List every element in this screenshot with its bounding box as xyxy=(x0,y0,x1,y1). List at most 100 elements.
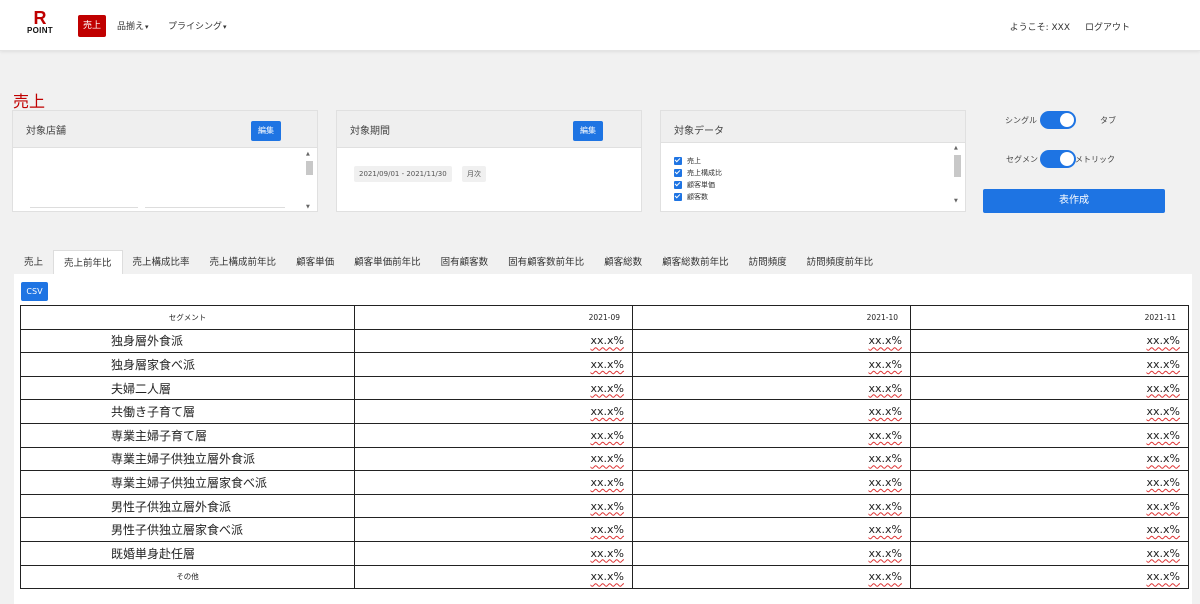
value-cell: xx.x% xyxy=(910,422,1189,448)
value-text: xx.x% xyxy=(590,334,624,348)
table-row: 専業主婦子供独立層家食べ派 xx.x% xx.x% xx.x% xyxy=(20,470,1189,495)
value-cell: xx.x% xyxy=(910,399,1189,424)
period-range-chip: 2021/09/01 - 2021/11/30 xyxy=(354,166,452,182)
checkbox-checked-icon[interactable] xyxy=(674,157,682,165)
toggle-knob xyxy=(1060,113,1074,127)
checkbox-checked-icon[interactable] xyxy=(674,193,682,201)
value-cell: xx.x% xyxy=(910,470,1189,495)
csv-export-button[interactable]: CSV xyxy=(21,282,48,301)
metric-label: メトリック xyxy=(1075,155,1115,164)
single-label: シングル xyxy=(1005,116,1037,125)
checkbox-checked-icon[interactable] xyxy=(674,181,682,189)
scroll-down-icon[interactable]: ▼ xyxy=(954,198,958,204)
segment-name-cell: 独身層家食べ派 xyxy=(20,352,355,377)
value-cell: xx.x% xyxy=(354,517,633,542)
tab-visit-frequency-yoy[interactable]: 訪問頻度前年比 xyxy=(797,250,884,275)
logo-point: POINT xyxy=(27,26,53,35)
tab-label: タブ xyxy=(1100,116,1116,125)
table-row: 独身層外食派 xx.x% xx.x% xx.x% xyxy=(20,328,1189,354)
store-scrollbar[interactable]: ▲ ▼ xyxy=(306,151,313,210)
value-cell: xx.x% xyxy=(632,493,911,519)
data-scrollbar[interactable]: ▲ ▼ xyxy=(954,145,961,204)
value-text: xx.x% xyxy=(590,523,624,537)
single-tab-toggle[interactable] xyxy=(1040,111,1076,129)
segment-label: セグメン xyxy=(1006,155,1038,164)
value-cell: xx.x% xyxy=(632,422,911,448)
segment-name-cell: 夫婦二人層 xyxy=(20,375,355,401)
value-cell: xx.x% xyxy=(632,446,911,472)
table-row: 既婚単身赴任層 xx.x% xx.x% xx.x% xyxy=(20,540,1189,566)
tab-unit-price[interactable]: 顧客単価 xyxy=(286,250,344,275)
value-cell: xx.x% xyxy=(910,540,1189,566)
scroll-up-icon[interactable]: ▲ xyxy=(306,151,310,157)
store-card: 対象店舗 編集 ▲ ▼ xyxy=(12,110,318,212)
tab-unique-customers[interactable]: 固有顧客数 xyxy=(431,250,499,275)
store-edit-button[interactable]: 編集 xyxy=(251,121,281,141)
segment-name-cell: 共働き子育て層 xyxy=(20,399,355,424)
nav-sales[interactable]: 売上 xyxy=(78,15,106,37)
segment-name-cell: 独身層外食派 xyxy=(20,328,355,354)
tab-sales[interactable]: 売上 xyxy=(14,250,53,275)
value-cell: xx.x% xyxy=(632,540,911,566)
header-segment: セグメント xyxy=(20,305,355,330)
table-row: 男性子供独立層外食派 xx.x% xx.x% xx.x% xyxy=(20,493,1189,519)
tab-total-customers-yoy[interactable]: 顧客総数前年比 xyxy=(652,250,739,275)
value-text: xx.x% xyxy=(868,381,902,395)
value-text: xx.x% xyxy=(590,475,624,489)
segment-name-cell: 男性子供独立層家食べ派 xyxy=(20,517,355,542)
value-cell: xx.x% xyxy=(910,375,1189,401)
value-text: xx.x% xyxy=(590,499,624,513)
segment-name-cell: 専業主婦子供独立層外食派 xyxy=(20,446,355,472)
value-cell: xx.x% xyxy=(910,446,1189,472)
segment-table: セグメント 2021-09 2021-10 2021-11 独身層外食派 xx.x… xyxy=(20,305,1189,590)
tab-visit-frequency[interactable]: 訪問頻度 xyxy=(739,250,797,275)
table-row: 男性子供独立層家食べ派 xx.x% xx.x% xx.x% xyxy=(20,517,1189,542)
segment-name-cell: その他 xyxy=(20,564,355,590)
scroll-thumb[interactable] xyxy=(954,155,961,177)
tab-total-customers[interactable]: 顧客総数 xyxy=(594,250,652,275)
check-sales[interactable]: 売上 xyxy=(674,155,722,167)
value-text: xx.x% xyxy=(868,546,902,560)
value-cell: xx.x% xyxy=(354,375,633,401)
check-sales-ratio[interactable]: 売上構成比 xyxy=(674,167,722,179)
rpoint-logo[interactable]: R POINT xyxy=(24,9,56,42)
logout-link[interactable]: ログアウト xyxy=(1085,20,1130,33)
segment-name-cell: 専業主婦子育て層 xyxy=(20,422,355,448)
segment-metric-toggle[interactable] xyxy=(1040,150,1076,168)
value-text: xx.x% xyxy=(1146,357,1180,371)
value-text: xx.x% xyxy=(1146,475,1180,489)
scroll-up-icon[interactable]: ▲ xyxy=(954,145,958,151)
value-text: xx.x% xyxy=(1146,428,1180,442)
tab-sales-yoy[interactable]: 売上前年比 xyxy=(53,250,123,275)
tab-sales-composition[interactable]: 売上構成比率 xyxy=(123,250,200,275)
table-row: 共働き子育て層 xx.x% xx.x% xx.x% xyxy=(20,399,1189,424)
table-row: 専業主婦子育て層 xx.x% xx.x% xx.x% xyxy=(20,422,1189,448)
tab-sales-composition-yoy[interactable]: 売上構成前年比 xyxy=(200,250,287,275)
segment-name-cell: 既婚単身赴任層 xyxy=(20,540,355,566)
check-unit-price[interactable]: 顧客単価 xyxy=(674,179,722,191)
period-edit-button[interactable]: 編集 xyxy=(573,121,603,141)
create-table-button[interactable]: 表作成 xyxy=(983,189,1165,213)
value-text: xx.x% xyxy=(868,570,902,584)
table-header-row: セグメント 2021-09 2021-10 2021-11 xyxy=(20,305,1189,330)
checkbox-checked-icon[interactable] xyxy=(674,169,682,177)
value-cell: xx.x% xyxy=(354,352,633,377)
check-customers[interactable]: 顧客数 xyxy=(674,191,722,203)
tab-unique-customers-yoy[interactable]: 固有顧客数前年比 xyxy=(498,250,594,275)
table-row: その他 xx.x% xx.x% xx.x% xyxy=(20,564,1189,590)
nav-assortment-dropdown[interactable]: 品揃え▾ xyxy=(117,19,149,32)
value-cell: xx.x% xyxy=(632,328,911,354)
value-text: xx.x% xyxy=(590,570,624,584)
scroll-thumb[interactable] xyxy=(306,161,313,175)
scroll-down-icon[interactable]: ▼ xyxy=(306,204,310,210)
tab-unit-price-yoy[interactable]: 顧客単価前年比 xyxy=(344,250,431,275)
value-cell: xx.x% xyxy=(354,540,633,566)
tab-content: CSV セグメント 2021-09 2021-10 2021-11 独身層外食派… xyxy=(14,274,1192,604)
value-text: xx.x% xyxy=(868,452,902,466)
value-text: xx.x% xyxy=(1146,523,1180,537)
nav-pricing-dropdown[interactable]: プライシング▾ xyxy=(168,19,227,32)
value-cell: xx.x% xyxy=(354,399,633,424)
value-text: xx.x% xyxy=(1146,546,1180,560)
welcome-text: ようこそ: XXX xyxy=(1009,23,1070,33)
data-card: 対象データ 売上 売上構成比 顧客単価 顧客数 ▲ ▼ xyxy=(660,110,966,212)
